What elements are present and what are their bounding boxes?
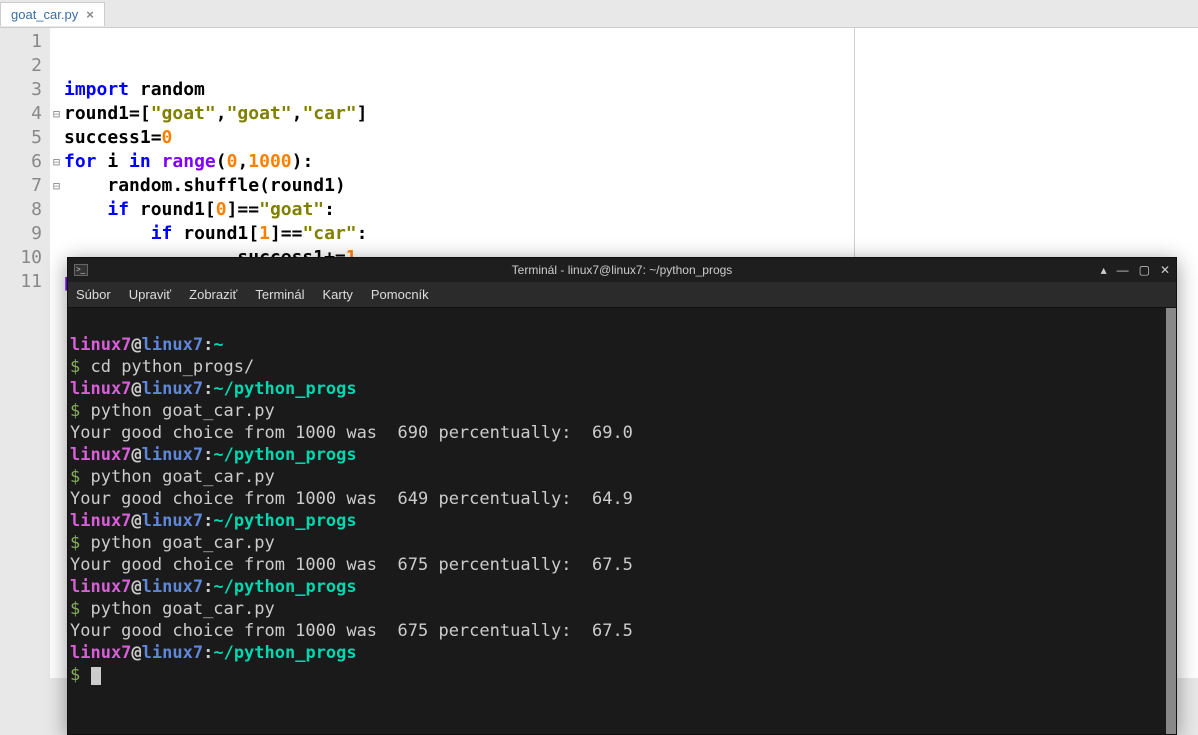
terminal-menubar: Súbor Upraviť Zobraziť Terminál Karty Po… [68,282,1176,308]
line-number: 6 [0,150,42,174]
code-line: for i in range(0,1000): [64,151,313,172]
fold-column [50,28,64,678]
line-number: 4 [0,102,42,126]
command-line: $ python goat_car.py [70,533,275,553]
cursor-icon [91,667,101,685]
menu-terminal[interactable]: Terminál [255,287,304,302]
terminal-window: >_ Terminál - linux7@linux7: ~/python_pr… [67,257,1177,735]
prompt-line: linux7@linux7:~/python_progs [70,643,357,663]
prompt-line: linux7@linux7:~/python_progs [70,379,357,399]
command-line: $ [70,665,101,685]
fold-icon[interactable] [50,102,63,126]
command-line: $ python goat_car.py [70,401,275,421]
command-line: $ python goat_car.py [70,599,275,619]
file-tab[interactable]: goat_car.py × [0,2,105,26]
terminal-title: Terminál - linux7@linux7: ~/python_progs [512,263,733,277]
line-number: 2 [0,54,42,78]
menu-pomocnik[interactable]: Pomocník [371,287,429,302]
line-number: 10 [0,246,42,270]
window-minimize-icon[interactable]: — [1117,263,1129,277]
close-icon[interactable]: × [86,7,94,22]
fold-icon[interactable] [50,150,63,174]
menu-subor[interactable]: Súbor [76,287,111,302]
output-line: Your good choice from 1000 was 675 perce… [70,555,633,575]
line-number: 5 [0,126,42,150]
menu-karty[interactable]: Karty [323,287,353,302]
code-line: import random [64,79,205,100]
code-line: if round1[0]=="goat": [64,199,335,220]
terminal-titlebar[interactable]: >_ Terminál - linux7@linux7: ~/python_pr… [68,258,1176,282]
code-line: if round1[1]=="car": [64,223,367,244]
output-line: Your good choice from 1000 was 675 perce… [70,621,633,641]
command-line: $ python goat_car.py [70,467,275,487]
line-number: 9 [0,222,42,246]
code-line: success1=0 [64,127,172,148]
line-number: 8 [0,198,42,222]
output-line: Your good choice from 1000 was 690 perce… [70,423,633,443]
tab-filename: goat_car.py [11,7,78,22]
line-number: 1 [0,30,42,54]
prompt-line: linux7@linux7:~/python_progs [70,577,357,597]
line-number: 11 [0,270,42,294]
code-line: round1=["goat","goat","car"] [64,103,367,124]
command-line: $ cd python_progs/ [70,357,254,377]
line-number: 7 [0,174,42,198]
tab-bar: goat_car.py × [0,0,1198,28]
scrollbar[interactable] [1166,308,1176,734]
code-line: random.shuffle(round1) [64,175,346,196]
window-up-icon[interactable]: ▴ [1101,263,1107,277]
fold-icon[interactable] [50,174,63,198]
menu-zobrazit[interactable]: Zobraziť [189,287,237,302]
line-gutter: 1 2 3 4 5 6 7 8 9 10 11 [0,28,50,678]
prompt-line: linux7@linux7:~/python_progs [70,511,357,531]
window-maximize-icon[interactable]: ▢ [1139,263,1150,277]
line-number: 3 [0,78,42,102]
window-controls: ▴ — ▢ ✕ [1101,263,1170,277]
terminal-icon: >_ [74,264,88,276]
output-line: Your good choice from 1000 was 649 perce… [70,489,633,509]
prompt-line: linux7@linux7:~ [70,335,224,355]
prompt-line: linux7@linux7:~/python_progs [70,445,357,465]
menu-upravit[interactable]: Upraviť [129,287,171,302]
terminal-body[interactable]: linux7@linux7:~ $ cd python_progs/ linux… [68,308,1176,734]
window-close-icon[interactable]: ✕ [1160,263,1170,277]
